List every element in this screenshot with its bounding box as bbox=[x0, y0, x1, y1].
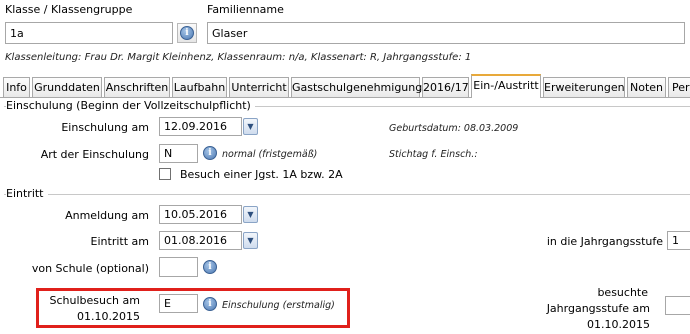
art-info-icon[interactable]: i bbox=[203, 146, 217, 160]
einschulung-group-title: Einschulung (Beginn der Vollzeitschulpfl… bbox=[6, 99, 255, 112]
von-schule-label: von Schule (optional) bbox=[31, 262, 149, 275]
tab-unterricht[interactable]: Unterricht bbox=[229, 77, 289, 97]
einschulung-am-field[interactable]: 12.09.2016 bbox=[159, 117, 242, 136]
von-schule-field[interactable] bbox=[159, 257, 198, 277]
einschulung-am-label: Einschulung am bbox=[61, 121, 149, 134]
jgst-1a-2a-checkbox[interactable] bbox=[159, 168, 171, 180]
besuchte-date-label: 01.10.2015 bbox=[587, 318, 650, 331]
tab-grunddaten[interactable]: Grunddaten bbox=[32, 77, 102, 97]
group-divider bbox=[4, 194, 690, 195]
besuchte-jgst-field[interactable] bbox=[665, 296, 690, 315]
einschulung-date-dropdown[interactable]: ▼ bbox=[243, 118, 258, 135]
chevron-down-icon: ▼ bbox=[247, 122, 254, 131]
tab-erweiterungen[interactable]: Erweiterungen bbox=[543, 77, 625, 97]
eintritt-am-field[interactable]: 01.08.2016 bbox=[159, 231, 242, 250]
art-einschulung-label: Art der Einschulung bbox=[40, 148, 149, 161]
jahrgangsstufe-label: in die Jahrgangsstufe bbox=[546, 235, 663, 248]
tab-gastschulgenehmigung[interactable]: Gastschulgenehmigung bbox=[291, 77, 422, 97]
chevron-down-icon: ▼ bbox=[247, 236, 254, 245]
tab-schuljahr[interactable]: 2016/17 bbox=[422, 77, 469, 97]
tab-ein-austritt[interactable]: Ein-/Austritt bbox=[471, 74, 541, 98]
class-field[interactable]: 1a bbox=[5, 22, 173, 44]
eintritt-group-title: Eintritt bbox=[6, 187, 48, 200]
tab-per[interactable]: Per bbox=[668, 77, 690, 97]
class-label: Klasse / Klassengruppe bbox=[5, 3, 133, 16]
eintritt-am-label: Eintritt am bbox=[90, 235, 149, 248]
tab-anschriften[interactable]: Anschriften bbox=[104, 77, 170, 97]
anmeldung-am-label: Anmeldung am bbox=[65, 209, 149, 222]
geburtsdatum-text: Geburtsdatum: 08.03.2009 bbox=[389, 123, 519, 134]
jgst-1a-2a-label: Besuch einer Jgst. 1A bzw. 2A bbox=[180, 168, 343, 181]
family-name-label: Familienname bbox=[207, 3, 284, 16]
tab-laufbahn[interactable]: Laufbahn bbox=[172, 77, 227, 97]
anmeldung-am-field[interactable]: 10.05.2016 bbox=[159, 205, 242, 224]
anmeldung-date-dropdown[interactable]: ▼ bbox=[243, 206, 258, 223]
family-name-field[interactable]: Glaser bbox=[207, 22, 685, 44]
besuchte-jgst-label: Jahrgangsstufe am bbox=[546, 302, 650, 315]
eintritt-date-dropdown[interactable]: ▼ bbox=[243, 232, 258, 249]
info-icon: i bbox=[180, 26, 194, 40]
jahrgangsstufe-field[interactable]: 1 bbox=[667, 231, 690, 250]
tab-info[interactable]: Info bbox=[3, 77, 30, 97]
chevron-down-icon: ▼ bbox=[247, 210, 254, 219]
stichtag-label: Stichtag f. Einsch.: bbox=[389, 149, 478, 160]
tab-strip-border bbox=[0, 97, 690, 98]
class-info-text: Klassenleitung: Frau Dr. Margit Kleinhen… bbox=[5, 52, 472, 63]
von-schule-info-icon[interactable]: i bbox=[203, 260, 217, 274]
class-info-button[interactable]: i bbox=[177, 23, 197, 43]
art-einschulung-desc: normal (fristgemäß) bbox=[222, 149, 318, 160]
tab-noten[interactable]: Noten bbox=[627, 77, 666, 97]
highlight-box bbox=[36, 288, 350, 328]
art-einschulung-field[interactable]: N bbox=[159, 144, 198, 163]
besuchte-label: besuchte bbox=[597, 286, 648, 299]
